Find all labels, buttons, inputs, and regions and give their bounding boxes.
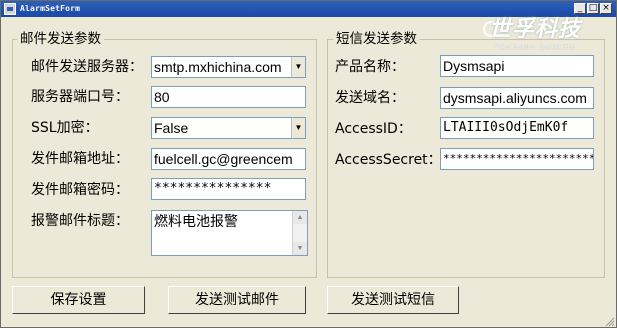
send-test-sms-button[interactable]: 发送测试短信 xyxy=(327,286,459,314)
close-button[interactable]: × xyxy=(600,3,612,14)
dropdown-arrow-icon[interactable]: ▼ xyxy=(291,118,305,138)
sender-address-input[interactable]: fuelcell.gc@greencem xyxy=(151,148,306,170)
product-name-input[interactable]: Dysmsapi xyxy=(440,55,594,77)
resize-grip-icon[interactable] xyxy=(603,315,615,327)
ssl-label: SSL加密： xyxy=(31,120,99,136)
sender-password-input[interactable]: *************** xyxy=(151,178,306,200)
product-name-label: 产品名称： xyxy=(335,59,405,75)
sender-address-label: 发件邮箱地址： xyxy=(31,151,129,167)
ssl-value: False xyxy=(154,120,189,136)
app-icon xyxy=(4,3,16,15)
save-settings-button[interactable]: 保存设置 xyxy=(12,286,145,314)
sms-group-legend: 短信发送参数 xyxy=(333,30,420,48)
server-port-input[interactable]: 80 xyxy=(151,86,306,108)
send-domain-label: 发送域名： xyxy=(335,90,405,106)
mail-server-value: smtp.mxhichina.com xyxy=(154,59,282,75)
send-test-mail-button[interactable]: 发送测试邮件 xyxy=(168,286,306,314)
scroll-up-icon[interactable]: ▲ xyxy=(293,211,307,224)
vertical-scrollbar[interactable]: ▲ ▼ xyxy=(292,211,307,255)
access-id-input[interactable]: LTAIII0sOdjEmK0f xyxy=(440,117,594,139)
maximize-button[interactable]: □ xyxy=(587,3,599,14)
alarm-subject-label: 报警邮件标题： xyxy=(31,213,129,229)
sender-password-label: 发件邮箱密码： xyxy=(31,182,129,198)
dropdown-arrow-icon[interactable]: ▼ xyxy=(291,57,305,77)
alarm-set-form-window: AlarmSetForm _ □ × 邮件发送参数 邮件发送服务器： smtp.… xyxy=(0,0,617,328)
alarm-subject-textarea[interactable]: 燃料电池报警 ▲ ▼ xyxy=(151,210,308,256)
mail-group-legend: 邮件发送参数 xyxy=(17,30,104,48)
access-secret-input[interactable]: ************************* xyxy=(440,148,594,170)
access-id-label: AccessID： xyxy=(335,121,412,137)
watermark-logo: 世孚科技 专业仿真数据处理、数据可视化开发 xyxy=(483,17,617,53)
access-secret-label: AccessSecret： xyxy=(335,152,442,168)
mail-server-label: 邮件发送服务器： xyxy=(31,59,143,75)
send-domain-input[interactable]: dysmsapi.aliyuncs.com xyxy=(440,87,594,109)
window-title: AlarmSetForm xyxy=(20,4,81,13)
minimize-button[interactable]: _ xyxy=(574,3,586,14)
title-bar[interactable]: AlarmSetForm _ □ × xyxy=(1,1,616,17)
mail-server-combobox[interactable]: smtp.mxhichina.com ▼ xyxy=(151,56,306,78)
watermark-main-text: 世孚科技 xyxy=(489,17,582,42)
scroll-down-icon[interactable]: ▼ xyxy=(293,242,307,255)
server-port-label: 服务器端口号： xyxy=(31,89,129,105)
ssl-combobox[interactable]: False ▼ xyxy=(151,117,306,139)
alarm-subject-value: 燃料电池报警 xyxy=(154,213,238,229)
watermark-sub-text: 专业仿真数据处理、数据可视化开发 xyxy=(495,45,576,51)
